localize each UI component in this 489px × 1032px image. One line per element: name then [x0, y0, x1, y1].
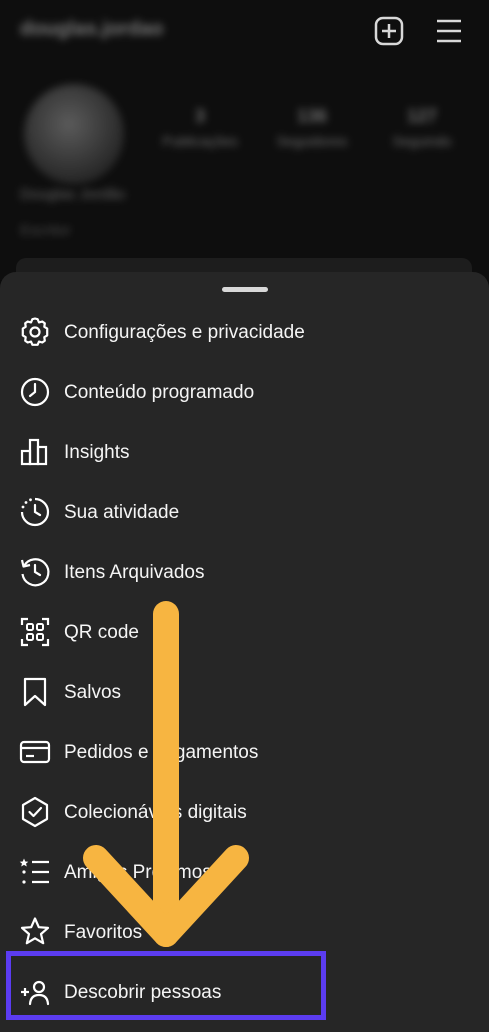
- options-bottom-sheet: Configurações e privacidade Conteúdo pro…: [0, 272, 489, 1032]
- menu-item-digital-collectibles[interactable]: Colecionáveis digitais: [0, 782, 489, 842]
- create-post-icon[interactable]: [374, 16, 404, 46]
- star-icon: [20, 917, 50, 945]
- bookmark-icon: [23, 677, 47, 707]
- menu-item-settings[interactable]: Configurações e privacidade: [0, 302, 489, 362]
- stat-followers[interactable]: 136 Seguidores: [262, 106, 362, 149]
- close-friends-list-icon: [19, 858, 49, 884]
- activity-icon: [20, 497, 50, 527]
- profile-background: douglas.jordao 3 Publicações 136 Seguido…: [0, 0, 489, 280]
- menu-item-orders-payments[interactable]: Pedidos e pagamentos: [0, 722, 489, 782]
- menu-item-label: Salvos: [64, 682, 122, 703]
- archive-history-icon: [20, 558, 50, 587]
- avatar[interactable]: [24, 84, 124, 184]
- profile-display-name: Douglas Jordão: [20, 186, 126, 203]
- menu-item-archived[interactable]: Itens Arquivados: [0, 542, 489, 602]
- stat-followers-value: 136: [296, 106, 328, 126]
- menu-item-label: Insights: [64, 442, 130, 463]
- menu-item-label: Pedidos e pagamentos: [64, 742, 259, 763]
- highlight-box: [6, 951, 326, 1020]
- menu-item-saved[interactable]: Salvos: [0, 662, 489, 722]
- menu-item-label: Favoritos: [64, 922, 143, 943]
- stat-posts-label: Publicações: [162, 133, 238, 149]
- credit-card-icon: [19, 740, 51, 764]
- stat-followers-label: Seguidores: [276, 133, 348, 149]
- profile-bio: Escritor: [20, 222, 71, 239]
- menu-item-your-activity[interactable]: Sua atividade: [0, 482, 489, 542]
- clock-icon: [20, 377, 50, 407]
- menu-item-label: Configurações e privacidade: [64, 322, 305, 343]
- menu-item-insights[interactable]: Insights: [0, 422, 489, 482]
- stat-posts[interactable]: 3 Publicações: [150, 106, 250, 149]
- stat-posts-value: 3: [194, 106, 205, 126]
- menu-item-scheduled-content[interactable]: Conteúdo programado: [0, 362, 489, 422]
- menu-item-label: Colecionáveis digitais: [64, 802, 247, 823]
- badge-check-icon: [21, 796, 49, 828]
- menu-item-close-friends[interactable]: Amigos Próximos: [0, 842, 489, 902]
- menu-item-label: QR code: [64, 622, 139, 643]
- menu-item-qr-code[interactable]: QR code: [0, 602, 489, 662]
- qr-code-icon: [20, 617, 50, 647]
- profile-username[interactable]: douglas.jordao: [20, 18, 163, 41]
- bar-chart-icon: [20, 438, 48, 466]
- gear-icon: [21, 317, 49, 346]
- menu-item-label: Itens Arquivados: [64, 562, 205, 583]
- menu-item-label: Sua atividade: [64, 502, 180, 523]
- hamburger-menu-icon[interactable]: [434, 16, 464, 46]
- stat-following-label: Seguindo: [392, 133, 452, 149]
- sheet-drag-handle[interactable]: [222, 287, 268, 292]
- stat-following-value: 127: [406, 106, 438, 126]
- stat-following[interactable]: 127 Seguindo: [372, 106, 472, 149]
- menu-item-label: Amigos Próximos: [64, 862, 212, 883]
- menu-item-label: Conteúdo programado: [64, 382, 255, 403]
